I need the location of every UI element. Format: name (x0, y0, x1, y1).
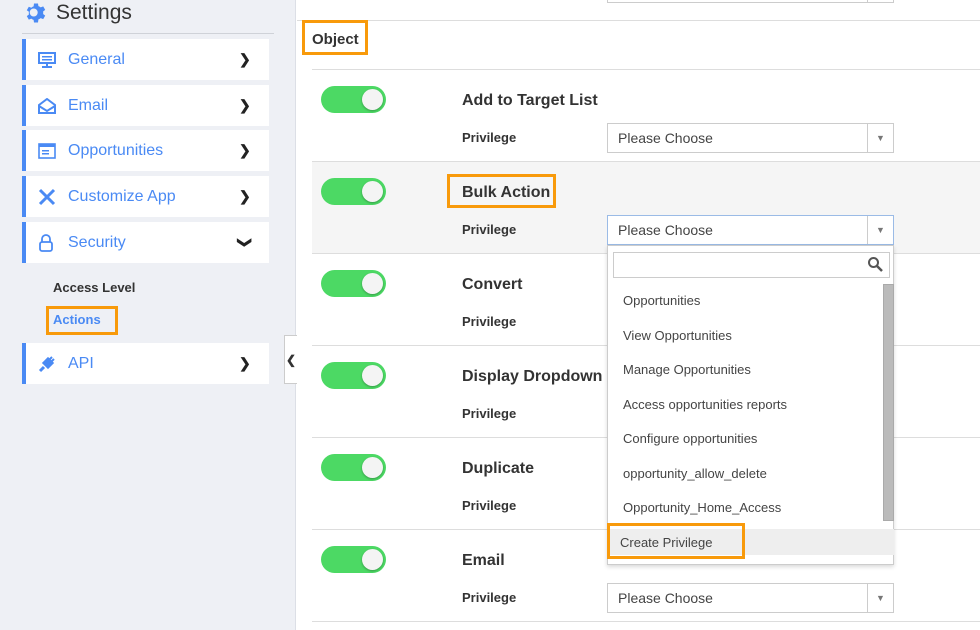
sidebar-item-security[interactable]: Security ❯ (22, 222, 269, 263)
action-title: Email (462, 552, 505, 569)
dropdown-option[interactable]: opportunity_allow_delete (623, 466, 767, 481)
chevron-right-icon: ❯ (239, 355, 251, 371)
privilege-label: Privilege (462, 222, 517, 237)
toggle-knob (362, 457, 383, 478)
divider (22, 33, 274, 34)
chevron-right-icon: ❯ (239, 188, 251, 204)
enable-toggle[interactable] (321, 454, 386, 481)
tools-icon (38, 188, 58, 206)
window-icon (38, 142, 58, 159)
enable-toggle[interactable] (321, 86, 386, 113)
privilege-select[interactable]: Please Choose ▼ (607, 215, 894, 245)
dropdown-scrollbar[interactable] (883, 284, 894, 521)
sidebar-item-label: API (68, 354, 94, 372)
collapse-sidebar-button[interactable]: ❮ (284, 335, 297, 384)
chevron-right-icon: ❯ (239, 51, 251, 67)
highlight-box (607, 523, 745, 559)
settings-header: Settings (24, 0, 132, 26)
chevron-down-icon: ❯ (237, 236, 254, 249)
dropdown-option[interactable]: Configure opportunities (623, 431, 757, 446)
privilege-dropdown: Opportunities View Opportunities Manage Op… (607, 245, 894, 565)
dropdown-option[interactable]: View Opportunities (623, 328, 732, 343)
gear-icon (26, 3, 46, 23)
highlight-box (447, 174, 556, 208)
dropdown-option[interactable]: Manage Opportunities (623, 362, 751, 377)
sidebar-item-label: Email (68, 96, 109, 114)
dropdown-arrow-icon: ▼ (867, 124, 893, 152)
sidebar-item-label: Security (68, 233, 126, 251)
chevron-right-icon: ❯ (239, 97, 251, 113)
enable-toggle[interactable] (321, 178, 386, 205)
action-title: Duplicate (462, 460, 535, 477)
chevron-right-icon: ❯ (239, 142, 251, 158)
lock-icon (38, 233, 58, 252)
privilege-label: Privilege (462, 590, 517, 605)
sidebar-item-api[interactable]: API ❯ (22, 343, 269, 384)
action-row: Bulk Action Privilege Please Choose ▼ (312, 162, 980, 254)
privilege-label: Privilege (462, 406, 517, 421)
select-value: Please Choose (618, 590, 713, 606)
sidebar-item-general[interactable]: General ❯ (22, 39, 269, 80)
highlight-box (46, 306, 118, 335)
chevron-left-icon: ❮ (285, 352, 297, 367)
toggle-knob (362, 365, 383, 386)
privilege-select[interactable]: Please Choose ▼ (607, 583, 894, 613)
sidebar-item-label: Opportunities (68, 141, 164, 159)
enable-toggle[interactable] (321, 270, 386, 297)
sidebar: Settings General ❯ Email ❯ Opportunities… (0, 0, 297, 630)
sidebar-item-opportunities[interactable]: Opportunities ❯ (22, 130, 269, 171)
dropdown-option[interactable]: Access opportunities reports (623, 397, 787, 412)
sidebar-item-label: Customize App (68, 187, 176, 205)
action-title: Convert (462, 276, 523, 293)
privilege-select[interactable]: Please Choose ▼ (607, 123, 894, 153)
privilege-label: Privilege (462, 314, 517, 329)
envelope-open-icon (38, 97, 58, 114)
privilege-label: Privilege (462, 130, 517, 145)
select-value: Please Choose (618, 222, 713, 238)
monitor-icon (38, 51, 58, 68)
select-value: Please Choose (618, 130, 713, 146)
enable-toggle[interactable] (321, 362, 386, 389)
search-icon (867, 256, 883, 277)
dropdown-arrow-icon: ▼ (867, 216, 893, 244)
toggle-knob (362, 181, 383, 202)
dropdown-option[interactable]: Opportunities (623, 293, 700, 308)
sidebar-subitem-access-level[interactable]: Access Level (53, 280, 135, 295)
divider (297, 20, 980, 21)
action-title: Display Dropdown (462, 368, 603, 385)
action-title: Add to Target List (462, 92, 598, 109)
dropdown-search-input[interactable] (613, 252, 890, 278)
toggle-knob (362, 273, 383, 294)
privilege-label: Privilege (462, 498, 517, 513)
highlight-box (302, 20, 368, 55)
dropdown-option[interactable]: Opportunity_Home_Access (623, 500, 781, 515)
settings-title: Settings (56, 1, 132, 24)
sidebar-item-label: General (68, 50, 125, 68)
enable-toggle[interactable] (321, 546, 386, 573)
plug-icon (38, 355, 58, 373)
top-select[interactable] (607, 0, 894, 3)
sidebar-item-customize-app[interactable]: Customize App ❯ (22, 176, 269, 217)
dropdown-arrow-icon: ▼ (867, 584, 893, 612)
sidebar-item-email[interactable]: Email ❯ (22, 85, 269, 126)
action-row: Add to Target List Privilege Please Choo… (312, 70, 980, 162)
toggle-knob (362, 549, 383, 570)
toggle-knob (362, 89, 383, 110)
